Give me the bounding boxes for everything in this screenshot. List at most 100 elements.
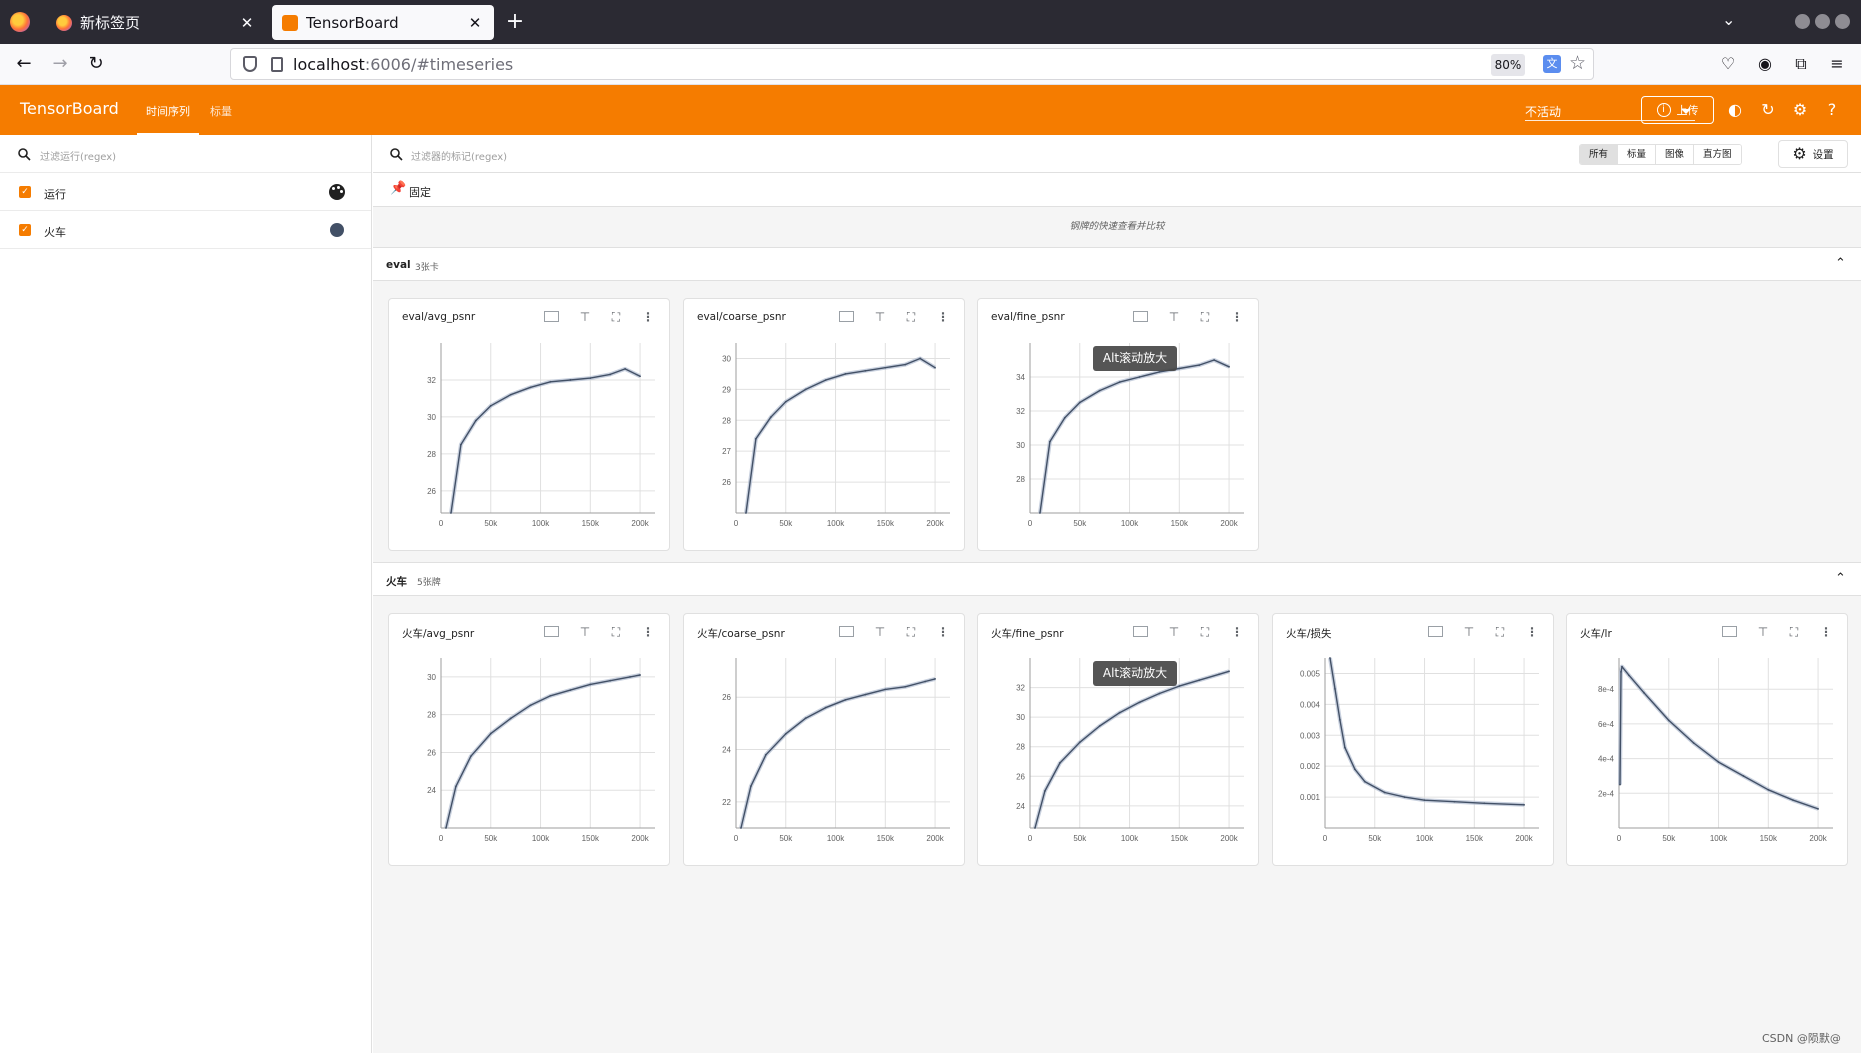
tag-filter-input[interactable]: 过滤器的标记(regex) (411, 148, 507, 163)
reload-icon[interactable]: ↻ (84, 52, 108, 76)
hamburger-menu-icon[interactable]: ≡ (1827, 54, 1847, 74)
fit-domain-icon[interactable] (1131, 308, 1149, 326)
pocket-icon[interactable]: ♡ (1718, 54, 1738, 74)
fullscreen-icon[interactable]: ⛶ (1196, 308, 1214, 326)
fit-domain-icon[interactable] (542, 623, 560, 641)
run-filter-input[interactable]: 过滤运行(regex) (0, 135, 371, 173)
fit-domain-icon[interactable] (1720, 623, 1738, 641)
run-row-all: ✓ 运行 (0, 173, 371, 211)
more-vert-icon[interactable]: ⋮ (934, 623, 952, 641)
fit-domain-icon[interactable] (542, 308, 560, 326)
data-point (1353, 768, 1356, 771)
fullscreen-icon[interactable]: ⛶ (902, 623, 920, 641)
run-color-swatch[interactable] (330, 223, 344, 237)
upload-button[interactable]: i 上传 (1641, 96, 1714, 124)
fullscreen-icon[interactable]: ⛶ (607, 308, 625, 326)
dark-mode-icon[interactable]: ◐ (1725, 100, 1745, 120)
fullscreen-icon[interactable]: ⛶ (1785, 623, 1803, 641)
data-point (1098, 389, 1101, 392)
translate-icon[interactable]: 文 (1543, 55, 1561, 73)
more-vert-icon[interactable]: ⋮ (1228, 623, 1246, 641)
address-bar[interactable]: localhost:6006/#timeseries 80% 文 ☆ (230, 48, 1594, 80)
fit-domain-icon[interactable] (1426, 623, 1444, 641)
page-icon[interactable] (271, 57, 283, 72)
close-icon[interactable]: ✕ (466, 14, 484, 32)
data-point (1039, 512, 1041, 514)
more-vert-icon[interactable]: ⋮ (1228, 308, 1246, 326)
close-window-button[interactable] (1835, 14, 1850, 29)
more-vert-icon[interactable]: ⋮ (1817, 623, 1835, 641)
data-point (1329, 657, 1331, 659)
type-filter-scalars[interactable]: 标量 (1618, 145, 1657, 164)
fit-domain-icon[interactable] (837, 623, 855, 641)
pin-icon[interactable]: ⊤ (871, 308, 889, 326)
fit-domain-icon[interactable] (1131, 623, 1149, 641)
chevron-up-icon[interactable]: ⌃ (1835, 256, 1846, 271)
gear-icon[interactable]: ⚙ (1790, 100, 1810, 120)
x-tick-label: 200k (1220, 834, 1238, 843)
type-filter-all[interactable]: 所有 (1580, 145, 1619, 164)
browser-tab-newtab[interactable]: 新标签页 ✕ (46, 5, 266, 40)
zoom-level-badge[interactable]: 80% (1491, 54, 1525, 76)
pin-icon[interactable]: ⊤ (871, 623, 889, 641)
run-checkbox[interactable]: ✓ (19, 186, 31, 198)
shield-icon[interactable] (243, 56, 257, 72)
data-point (1118, 381, 1121, 383)
scalar-chart[interactable]: 0 50k 100k 150k 200k 24 26 28 30 (389, 650, 671, 850)
chevron-up-icon[interactable]: ⌃ (1835, 571, 1846, 586)
fit-domain-icon[interactable] (837, 308, 855, 326)
data-point (1483, 802, 1486, 805)
group-header-train[interactable]: 火车 5张牌 ⌃ (373, 562, 1861, 596)
url-text[interactable]: localhost:6006/#timeseries (293, 55, 513, 74)
pin-icon[interactable]: ⊤ (576, 308, 594, 326)
bookmark-star-icon[interactable]: ☆ (1569, 52, 1586, 74)
more-vert-icon[interactable]: ⋮ (639, 623, 657, 641)
new-tab-button[interactable]: + (503, 10, 527, 34)
type-filter-images[interactable]: 图像 (1656, 145, 1695, 164)
minimize-button[interactable] (1795, 14, 1810, 29)
x-tick-label: 0 (1028, 834, 1033, 843)
maximize-button[interactable] (1815, 14, 1830, 29)
more-vert-icon[interactable]: ⋮ (934, 308, 952, 326)
fullscreen-icon[interactable]: ⛶ (902, 308, 920, 326)
pin-icon[interactable]: ⊤ (1460, 623, 1478, 641)
info-icon: i (1656, 103, 1671, 117)
pin-icon[interactable]: ⊤ (1165, 308, 1183, 326)
data-point (1403, 796, 1406, 798)
pin-icon[interactable]: ⊤ (1165, 623, 1183, 641)
more-vert-icon[interactable]: ⋮ (1523, 623, 1541, 641)
fullscreen-icon[interactable]: ⛶ (607, 623, 625, 641)
back-arrow-icon[interactable]: ← (12, 52, 36, 76)
scalar-chart[interactable]: 0 50k 100k 150k 200k 22 24 26 (684, 650, 966, 850)
scalar-chart[interactable]: 0 50k 100k 150k 200k 2e-4 4e-4 6e-4 8e-4 (1567, 650, 1849, 850)
run-checkbox[interactable]: ✓ (19, 224, 31, 236)
x-tick-label: 50k (1368, 834, 1382, 843)
fullscreen-icon[interactable]: ⛶ (1491, 623, 1509, 641)
extensions-icon[interactable]: ⧉ (1791, 54, 1811, 74)
x-tick-label: 200k (1515, 834, 1533, 843)
fullscreen-icon[interactable]: ⛶ (1196, 623, 1214, 641)
scalar-chart[interactable]: 0 50k 100k 150k 200k 26 27 28 29 30 (684, 335, 966, 535)
scalar-chart[interactable]: 0 50k 100k 150k 200k 0.001 0.002 0.003 0.004 0.00… (1273, 650, 1555, 850)
series-raw-band (1038, 358, 1230, 514)
chevron-down-icon[interactable]: ⌄ (1722, 10, 1735, 29)
browser-tab-tensorboard[interactable]: TensorBoard ✕ (272, 5, 494, 40)
type-filter-histograms[interactable]: 直方图 (1694, 145, 1741, 164)
forward-arrow-icon[interactable]: → (48, 52, 72, 76)
tab-time-series[interactable]: 时间序列 (137, 103, 199, 135)
more-vert-icon[interactable]: ⋮ (639, 308, 657, 326)
account-icon[interactable]: ◉ (1755, 54, 1775, 74)
group-header-eval[interactable]: eval 3张卡 ⌃ (373, 247, 1861, 281)
firefox-logo-icon[interactable] (10, 12, 30, 32)
close-icon[interactable]: ✕ (238, 14, 256, 32)
settings-button[interactable]: ⚙ 设置 (1778, 140, 1848, 168)
palette-icon[interactable] (329, 184, 345, 200)
tab-scalars[interactable]: 标量 (210, 103, 232, 119)
help-icon[interactable]: ? (1822, 100, 1842, 120)
scalar-chart[interactable]: 0 50k 100k 150k 200k 26 28 30 32 (389, 335, 671, 535)
data-point (844, 373, 847, 375)
x-tick-label: 0 (734, 834, 739, 843)
pin-icon[interactable]: ⊤ (1754, 623, 1772, 641)
pin-icon[interactable]: ⊤ (576, 623, 594, 641)
refresh-icon[interactable]: ↻ (1758, 100, 1778, 120)
